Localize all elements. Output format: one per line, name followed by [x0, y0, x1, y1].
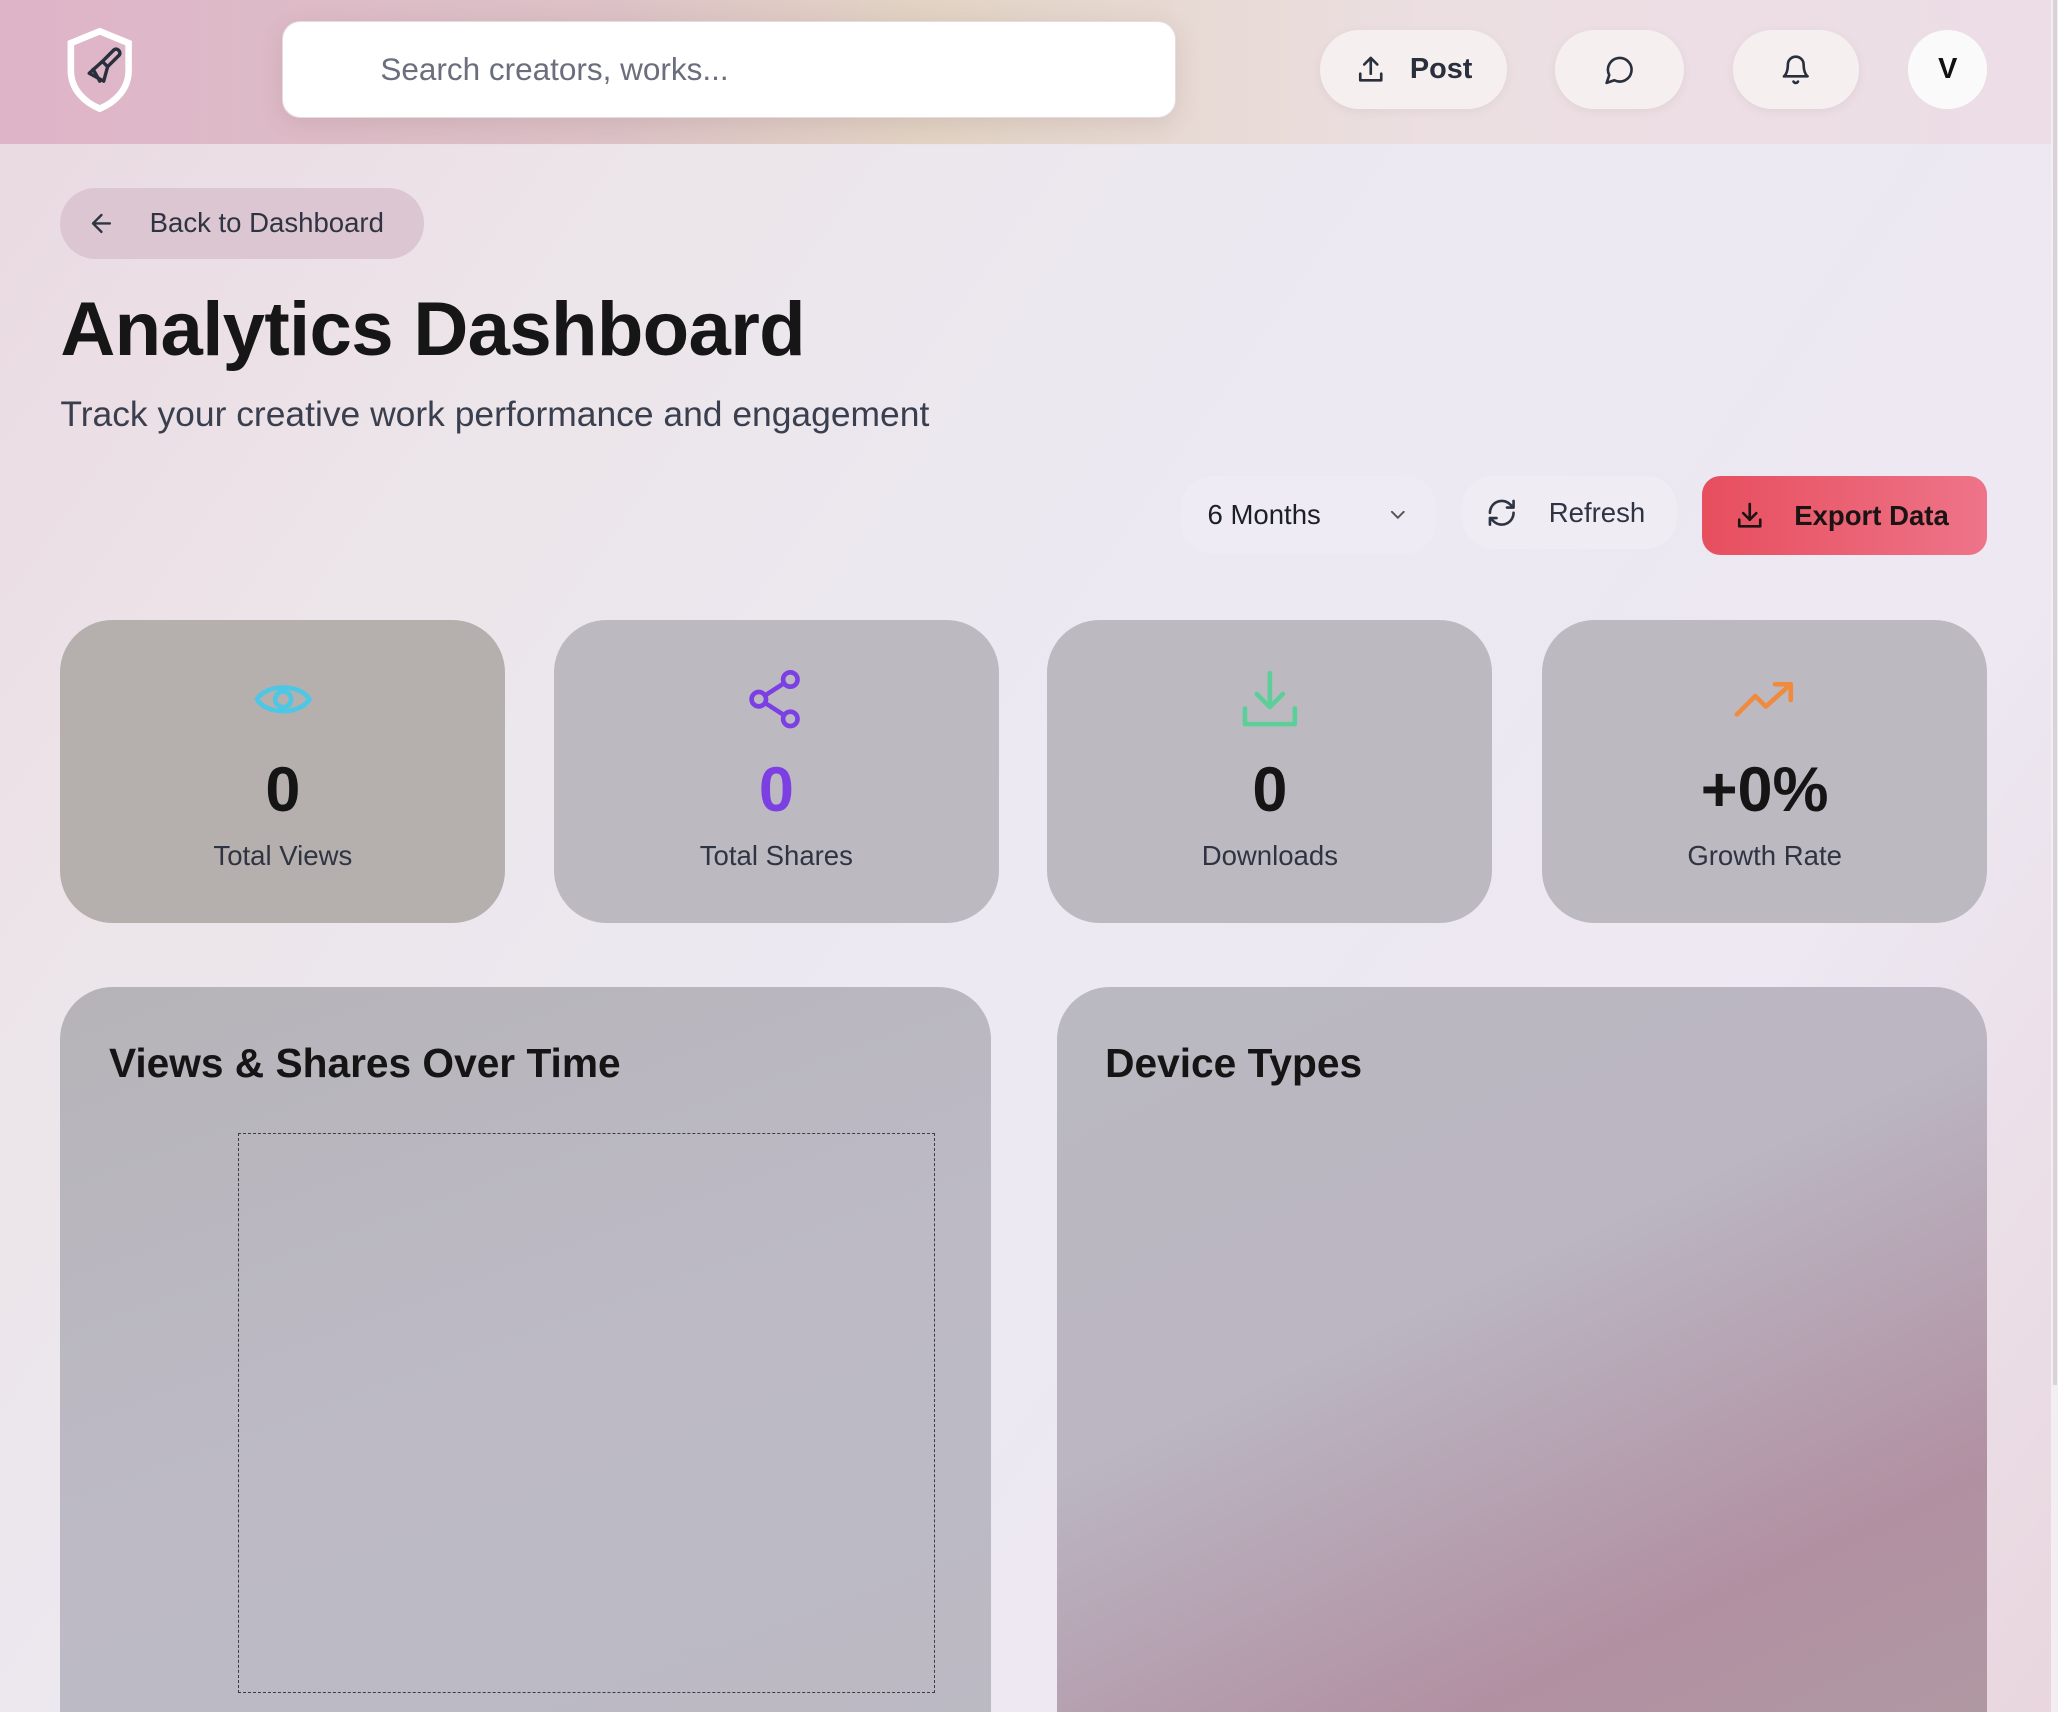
- avatar-initial: V: [1938, 53, 1958, 86]
- panel-title: Views & Shares Over Time: [108, 1039, 621, 1086]
- time-range-value: 6 Months: [1207, 499, 1321, 531]
- top-header: Post V: [0, 0, 2052, 145]
- page-title: Analytics Dashboard: [60, 287, 805, 373]
- post-button[interactable]: Post: [1320, 30, 1507, 109]
- user-avatar[interactable]: V: [1908, 30, 1988, 109]
- chevron-down-icon: [1390, 511, 1405, 520]
- eye-icon: [253, 685, 312, 714]
- stat-value: 0: [1252, 755, 1288, 825]
- download-icon: [1242, 671, 1298, 727]
- page-subtitle: Track your creative work performance and…: [60, 393, 930, 434]
- stat-card-downloads: 0 Downloads: [1047, 619, 1493, 923]
- post-label: Post: [1409, 53, 1473, 86]
- export-data-button[interactable]: Export Data: [1702, 476, 1988, 556]
- trending-up-icon: [1734, 681, 1794, 717]
- back-to-dashboard-button[interactable]: Back to Dashboard: [60, 187, 424, 259]
- stat-card-total-shares: 0 Total Shares: [553, 619, 999, 923]
- stat-label: Downloads: [1201, 840, 1338, 871]
- views-shares-chart-panel: Views & Shares Over Time: [60, 987, 991, 1712]
- refresh-label: Refresh: [1548, 496, 1646, 528]
- stat-card-growth-rate: +0% Growth Rate: [1542, 619, 1988, 923]
- panel-title: Device Types: [1105, 1039, 1363, 1086]
- refresh-button[interactable]: Refresh: [1462, 476, 1678, 549]
- arrow-left-icon: [91, 213, 111, 233]
- empty-chart-area: [237, 1132, 935, 1694]
- notifications-button[interactable]: [1732, 30, 1859, 109]
- stat-value: 0: [265, 755, 301, 825]
- stat-label: Total Shares: [699, 840, 853, 871]
- upload-icon: [1358, 56, 1383, 82]
- chat-bubble-icon: [1605, 56, 1633, 84]
- stat-value: +0%: [1700, 755, 1829, 825]
- time-range-select[interactable]: 6 Months: [1181, 476, 1436, 554]
- share-icon: [749, 670, 801, 729]
- app-root: Post V Back to Dashboard Analytics Dashb…: [0, 0, 2058, 1712]
- messages-button[interactable]: [1555, 30, 1684, 109]
- bell-icon: [1782, 55, 1809, 85]
- page-scrollbar[interactable]: [2051, 0, 2058, 1712]
- stat-label: Total Views: [213, 840, 353, 871]
- search-input[interactable]: [380, 22, 1142, 117]
- search-box[interactable]: [282, 21, 1176, 119]
- export-label: Export Data: [1794, 499, 1949, 531]
- stat-value: 0: [758, 755, 794, 825]
- stat-card-total-views: 0 Total Views: [60, 619, 506, 923]
- download-icon: [1737, 502, 1762, 528]
- logo-shield-brush-icon[interactable]: [63, 26, 137, 113]
- device-types-chart-panel: Device Types: [1056, 987, 1988, 1712]
- refresh-icon: [1488, 499, 1515, 526]
- back-label: Back to Dashboard: [149, 207, 384, 239]
- stat-label: Growth Rate: [1687, 840, 1842, 871]
- scrollbar-thumb[interactable]: [2052, 0, 2057, 1385]
